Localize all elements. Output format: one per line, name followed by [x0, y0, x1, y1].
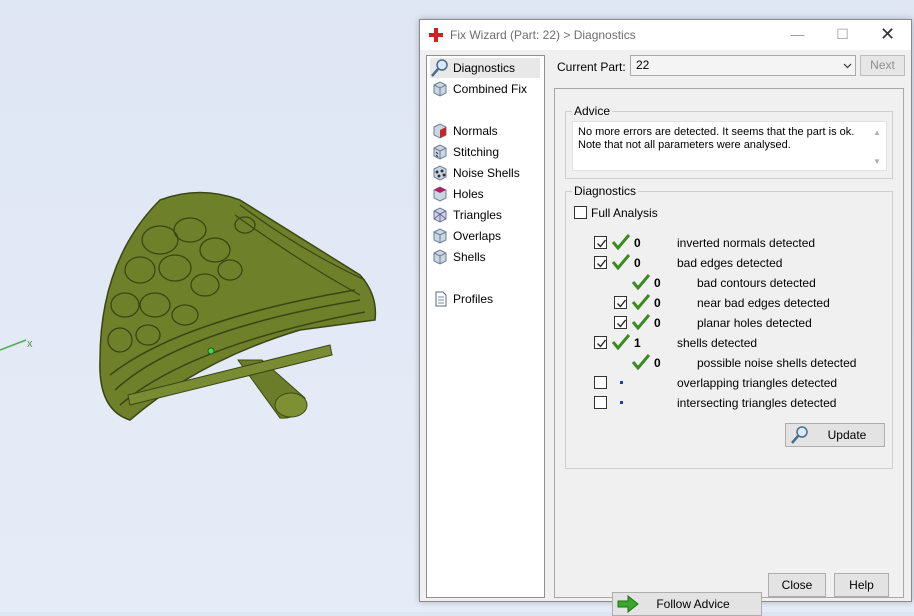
advice-scrollbar[interactable]: ▲ ▼	[870, 124, 884, 170]
bad-contours-label: bad contours detected	[697, 276, 816, 290]
bad-edges-count: 0	[634, 256, 641, 270]
close-window-button[interactable]: ✕	[865, 20, 910, 50]
not-analysed-indicator	[620, 401, 623, 404]
medical-cross-icon	[429, 28, 443, 42]
wizard-nav: Diagnostics Combined Fix Normals Stitchi…	[426, 55, 545, 598]
shells-label: shells detected	[677, 336, 758, 350]
nav-item-triangles[interactable]: Triangles	[430, 205, 540, 225]
advice-text: No more errors are detected. It seems th…	[572, 121, 887, 171]
intersecting-triangles-label: intersecting triangles detected	[677, 396, 837, 410]
nav-item-shells[interactable]: Shells	[430, 247, 540, 267]
shells-checkbox[interactable]	[594, 336, 607, 349]
magnifier-icon	[431, 59, 448, 77]
bad-edges-label: bad edges detected	[677, 256, 783, 270]
full-analysis-label: Full Analysis	[591, 206, 658, 220]
near-bad-edges-label: near bad edges detected	[697, 296, 830, 310]
next-button[interactable]: Next	[860, 55, 905, 76]
ok-check-icon	[632, 274, 650, 290]
near-bad-edges-checkbox[interactable]	[614, 296, 627, 309]
planar-holes-count: 0	[654, 316, 661, 330]
nav-item-profiles[interactable]: Profiles	[430, 289, 540, 309]
bad-contours-count: 0	[654, 276, 661, 290]
title-bar[interactable]: Fix Wizard (Part: 22) > Diagnostics — ☐ …	[420, 20, 911, 50]
planar-holes-label: planar holes detected	[697, 316, 812, 330]
ok-check-icon	[632, 354, 650, 370]
nav-item-holes[interactable]: Holes	[430, 184, 540, 204]
inverted-normals-checkbox[interactable]	[594, 236, 607, 249]
holes-cube-icon	[433, 186, 447, 202]
noise-shells-label: possible noise shells detected	[697, 356, 857, 370]
triangles-cube-icon	[433, 207, 447, 223]
ok-check-icon	[632, 294, 650, 310]
update-button[interactable]: Update	[785, 423, 885, 447]
overlapping-triangles-label: overlapping triangles detected	[677, 376, 838, 390]
shells-cube-icon	[433, 249, 447, 265]
inverted-normals-label: inverted normals detected	[677, 236, 816, 250]
overlaps-cube-icon	[433, 228, 447, 244]
diagnostics-panel: Current Part: 22 Next Advice No more err…	[553, 55, 905, 616]
maximize-button[interactable]: ☐	[820, 20, 865, 50]
help-button[interactable]: Help	[834, 573, 889, 597]
pivot-marker	[207, 347, 215, 355]
ok-check-icon	[612, 334, 630, 350]
nav-item-combined-fix[interactable]: Combined Fix	[430, 79, 540, 99]
cube-icon	[433, 81, 447, 97]
stitching-cube-icon	[433, 144, 447, 160]
advice-group: Advice No more errors are detected. It s…	[565, 104, 893, 179]
ok-check-icon	[612, 234, 630, 250]
shells-count: 1	[634, 336, 641, 350]
document-icon	[435, 291, 447, 307]
ring-model[interactable]: x	[0, 0, 420, 612]
window-title: Fix Wizard (Part: 22) > Diagnostics	[450, 28, 636, 42]
noise-shells-icon	[433, 165, 447, 181]
current-part-label: Current Part:	[557, 60, 626, 74]
x-axis-label: x	[27, 338, 33, 350]
current-part-select[interactable]: 22	[630, 55, 856, 76]
inverted-normals-count: 0	[634, 236, 641, 250]
fix-wizard-dialog: Fix Wizard (Part: 22) > Diagnostics — ☐ …	[419, 19, 912, 616]
ok-check-icon	[612, 254, 630, 270]
x-axis-line	[0, 339, 27, 351]
nav-item-normals[interactable]: Normals	[430, 121, 540, 141]
diagnostics-group: Diagnostics Full Analysis 0 inverted nor…	[565, 184, 893, 469]
not-analysed-indicator	[620, 381, 623, 384]
nav-item-noise-shells[interactable]: Noise Shells	[430, 163, 540, 183]
diagnostics-title: Diagnostics	[572, 184, 639, 198]
noise-shells-count: 0	[654, 356, 661, 370]
nav-item-diagnostics[interactable]: Diagnostics	[430, 58, 540, 78]
overlapping-triangles-checkbox[interactable]	[594, 376, 607, 389]
nav-item-stitching[interactable]: Stitching	[430, 142, 540, 162]
planar-holes-checkbox[interactable]	[614, 316, 627, 329]
ring-body	[99, 191, 377, 421]
ok-check-icon	[632, 314, 650, 330]
normals-cube-icon	[433, 123, 447, 139]
bad-edges-checkbox[interactable]	[594, 256, 607, 269]
advice-title: Advice	[572, 104, 613, 118]
minimize-button[interactable]: —	[775, 20, 820, 50]
near-bad-edges-count: 0	[654, 296, 661, 310]
intersecting-triangles-checkbox[interactable]	[594, 396, 607, 409]
chevron-down-icon	[843, 63, 852, 69]
close-button[interactable]: Close	[768, 573, 826, 597]
follow-advice-button[interactable]: Follow Advice	[612, 592, 762, 616]
stand-base	[274, 392, 308, 418]
nav-item-overlaps[interactable]: Overlaps	[430, 226, 540, 246]
nav-separator	[431, 108, 539, 109]
diagnostics-page: Advice No more errors are detected. It s…	[554, 88, 904, 616]
nav-separator	[431, 277, 539, 278]
full-analysis-checkbox[interactable]	[574, 206, 587, 219]
